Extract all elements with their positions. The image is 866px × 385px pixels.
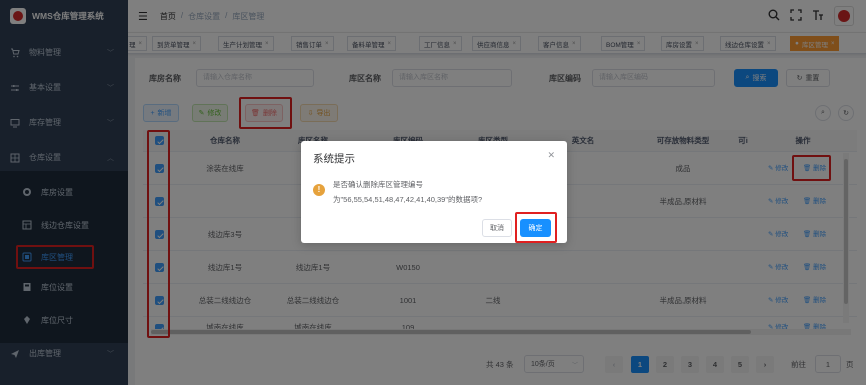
cancel-button[interactable]: 取消	[482, 219, 512, 237]
dialog-message-line1: 是否确认删除库区管理编号	[333, 180, 423, 189]
dialog-title: 系统提示	[313, 153, 355, 165]
dialog-message-line2: 为"56,55,54,51,48,47,42,41,40,39"的数据项?	[333, 195, 483, 204]
highlight-box	[515, 212, 557, 243]
close-icon[interactable]: ✕	[547, 150, 555, 161]
warning-icon: !	[313, 184, 325, 196]
confirm-dialog: 系统提示 ✕ ! 是否确认删除库区管理编号 为"56,55,54,51,48,4…	[301, 141, 567, 243]
